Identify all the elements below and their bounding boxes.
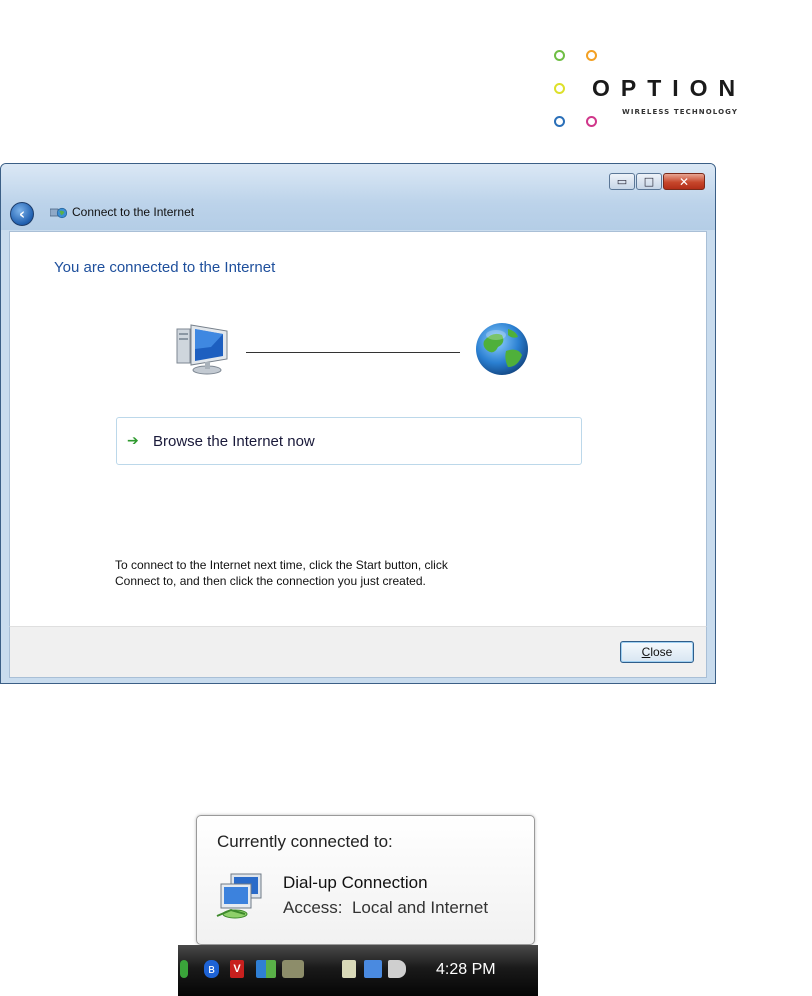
taskbar-tray: ʙ V 4:28 PM: [178, 945, 538, 996]
close-window-button[interactable]: ✕: [663, 173, 705, 190]
dialog-content: You are connected to the Internet ➔ Brow…: [9, 231, 707, 627]
close-button[interactable]: Close: [620, 641, 694, 663]
hint-line: Connect to, and then click the connectio…: [115, 574, 426, 588]
connect-internet-icon: [50, 207, 67, 219]
computer-icon: [176, 324, 228, 375]
connection-balloon: Currently connected to: Dial-up Connecti…: [196, 815, 535, 945]
maximize-icon: □: [643, 175, 655, 188]
hint-line: To connect to the Internet next time, cl…: [115, 558, 448, 572]
logo-wordmark: OPTION: [592, 75, 747, 101]
connection-line: [246, 352, 460, 353]
balloon-header: Currently connected to:: [217, 832, 393, 851]
window-controls: ▭ □ ✕: [608, 173, 705, 190]
internet-globe-icon: [476, 323, 528, 375]
browse-internet-link[interactable]: ➔ Browse the Internet now: [116, 417, 582, 465]
connection-name: Dial-up Connection: [283, 873, 428, 892]
power-icon[interactable]: [342, 960, 356, 978]
connect-dialog: ▭ □ ✕ ‹ Connect to the Internet You are …: [0, 163, 716, 684]
volume-muted-icon[interactable]: [388, 960, 406, 978]
dialog-footer: Close: [9, 626, 707, 678]
close-button-label: lose: [650, 645, 673, 659]
dialup-network-icon: [216, 873, 262, 919]
antivirus-icon[interactable]: V: [230, 960, 244, 978]
minimize-button[interactable]: ▭: [609, 173, 635, 190]
bluetooth-icon[interactable]: ʙ: [204, 960, 219, 978]
security-check-icon[interactable]: [180, 960, 188, 978]
browse-internet-label: Browse the Internet now: [153, 433, 315, 450]
network-icon[interactable]: [364, 960, 382, 978]
page-title: You are connected to the Internet: [54, 259, 276, 276]
logo-tagline: WIRELESS TECHNOLOGY: [622, 108, 739, 116]
connection-hint-text: To connect to the Internet next time, cl…: [115, 557, 535, 589]
title-bar: ▭ □ ✕ ‹ Connect to the Internet: [1, 164, 715, 230]
minimize-icon: ▭: [616, 175, 628, 188]
logo-circle-icon: [554, 83, 565, 94]
back-button[interactable]: ‹: [10, 202, 34, 226]
close-icon: ✕: [678, 174, 690, 189]
logo-circle-icon: [586, 50, 597, 61]
option-logo: OPTION WIRELESS TECHNOLOGY: [550, 48, 780, 134]
logo-circle-icon: [586, 116, 597, 127]
logo-circle-icon: [554, 116, 565, 127]
update-alert-icon[interactable]: [282, 960, 304, 978]
window-title: Connect to the Internet: [72, 205, 195, 219]
logo-circle-icon: [554, 50, 565, 61]
system-clock[interactable]: 4:28 PM: [436, 961, 496, 979]
back-arrow-icon: ‹: [18, 205, 26, 223]
network-monitor-icon[interactable]: [256, 960, 276, 978]
connection-access: Access: Local and Internet: [283, 898, 489, 917]
maximize-button[interactable]: □: [636, 173, 662, 190]
green-arrow-icon: ➔: [127, 433, 139, 449]
